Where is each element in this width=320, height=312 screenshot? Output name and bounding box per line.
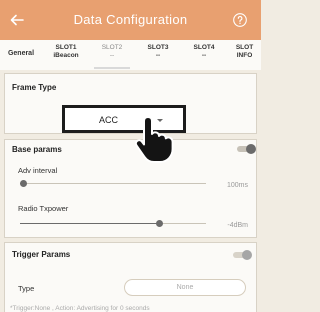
radio-txpower-slider[interactable] bbox=[20, 220, 206, 228]
slider-rail bbox=[20, 183, 206, 184]
tab-slot2[interactable]: SLOT2 -- bbox=[90, 40, 134, 70]
tab-slot1[interactable]: SLOT1 iBeacon bbox=[44, 40, 88, 70]
tab-label: SLOT bbox=[235, 44, 254, 51]
tab-label: SLOT2 bbox=[101, 44, 123, 51]
trigger-params-toggle[interactable] bbox=[232, 250, 252, 260]
frame-type-title: Frame Type bbox=[12, 83, 57, 92]
radio-txpower-label: Radio Txpower bbox=[18, 204, 69, 213]
slider-thumb[interactable] bbox=[156, 220, 163, 227]
app-bar: Data Configuration bbox=[0, 0, 261, 40]
tab-label: SLOT1 bbox=[55, 44, 77, 51]
tab-sublabel: -- bbox=[201, 52, 207, 59]
tab-slot3[interactable]: SLOT3 -- bbox=[136, 40, 180, 70]
toggle-knob bbox=[242, 250, 252, 260]
adv-interval-value: 100ms bbox=[226, 182, 248, 189]
tab-sublabel: -- bbox=[109, 52, 115, 59]
tab-label: SLOT3 bbox=[147, 44, 169, 51]
trigger-hint: *Trigger:None , Action: Advertising for … bbox=[10, 305, 150, 312]
slider-fill bbox=[20, 223, 159, 224]
tab-general[interactable]: General bbox=[0, 40, 42, 70]
frame-type-value: ACC bbox=[99, 115, 119, 125]
radio-txpower-value: -4dBm bbox=[227, 222, 248, 229]
toggle-knob bbox=[246, 144, 256, 154]
tab-label: SLOT4 bbox=[193, 44, 215, 51]
base-params-toggle[interactable] bbox=[236, 144, 256, 154]
slider-thumb[interactable] bbox=[20, 180, 27, 187]
tab-sublabel: -- bbox=[155, 52, 161, 59]
base-params-title: Base params bbox=[12, 145, 62, 154]
tab-sublabel: INFO bbox=[236, 52, 253, 59]
trigger-type-label: Type bbox=[18, 284, 35, 293]
active-tab-indicator bbox=[94, 67, 130, 69]
tab-slot4[interactable]: SLOT4 -- bbox=[182, 40, 226, 70]
page-title: Data Configuration bbox=[73, 12, 188, 27]
tab-sublabel: iBeacon bbox=[53, 52, 79, 59]
trigger-params-title: Trigger Params bbox=[12, 250, 71, 259]
tab-slot-info[interactable]: SLOT INFO bbox=[228, 40, 261, 70]
adv-interval-label: Adv interval bbox=[18, 166, 58, 175]
tab-label: General bbox=[7, 50, 35, 57]
trigger-type-select[interactable]: None bbox=[124, 279, 246, 296]
pointing-hand-icon bbox=[134, 116, 174, 163]
slot-tabs: General SLOT1 iBeacon SLOT2 -- SLOT3 -- … bbox=[0, 40, 261, 70]
question-circle-icon[interactable] bbox=[232, 12, 248, 28]
adv-interval-slider[interactable] bbox=[20, 180, 206, 188]
